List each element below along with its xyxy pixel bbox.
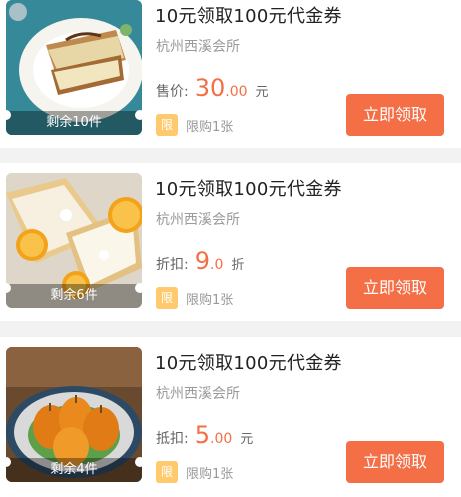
product-image-toast[interactable]: 剩余6件 [6, 173, 142, 308]
price-label: 折扣: [156, 257, 189, 273]
limit-text: 限购1张 [186, 292, 234, 308]
ticket-notch [135, 457, 145, 467]
ticket-notch [135, 283, 145, 293]
ticket-notch [135, 110, 145, 120]
coupon-card[interactable]: 剩余4件 10元领取100元代金券 杭州西溪会所 抵扣: 5 .00 元 限 限… [0, 337, 461, 497]
limit-text: 限购1张 [186, 466, 234, 482]
claim-button[interactable]: 立即领取 [346, 441, 444, 483]
price-unit: 折 [231, 258, 245, 273]
price-row: 折扣: 9 .0 折 [156, 249, 244, 274]
ticket-notch [1, 283, 11, 293]
price-integer: 5 [194, 421, 210, 449]
price-integer: 30 [194, 74, 226, 102]
purchase-limit: 限 限购1张 [156, 114, 233, 136]
price-unit: 元 [240, 432, 254, 447]
coupon-card[interactable]: 剩余10件 10元领取100元代金券 杭州西溪会所 售价: 30 .00 元 限… [0, 0, 461, 148]
price-row: 售价: 30 .00 元 [156, 76, 269, 101]
coupon-list: 剩余10件 10元领取100元代金券 杭州西溪会所 售价: 30 .00 元 限… [0, 0, 461, 497]
price-decimal: .00 [225, 84, 248, 100]
claim-button[interactable]: 立即领取 [346, 94, 444, 136]
price-label: 抵扣: [156, 431, 189, 447]
product-image-sandwich[interactable]: 剩余10件 [6, 0, 142, 135]
coupon-title[interactable]: 10元领取100元代金券 [155, 175, 342, 201]
store-name: 杭州西溪会所 [156, 386, 240, 402]
purchase-limit: 限 限购1张 [156, 287, 233, 309]
coupon-card[interactable]: 剩余6件 10元领取100元代金券 杭州西溪会所 折扣: 9 .0 折 限 限购… [0, 163, 461, 321]
store-name: 杭州西溪会所 [156, 212, 240, 228]
stock-remaining: 剩余10件 [6, 111, 142, 135]
stock-remaining: 剩余6件 [6, 284, 142, 308]
ticket-notch [1, 110, 11, 120]
price-decimal: .00 [210, 431, 233, 447]
limit-badge: 限 [156, 114, 178, 136]
limit-text: 限购1张 [186, 119, 234, 135]
purchase-limit: 限 限购1张 [156, 461, 233, 483]
claim-button[interactable]: 立即领取 [346, 267, 444, 309]
price-unit: 元 [255, 85, 269, 100]
limit-badge: 限 [156, 461, 178, 483]
limit-badge: 限 [156, 287, 178, 309]
coupon-title[interactable]: 10元领取100元代金券 [155, 349, 342, 375]
price-decimal: .0 [210, 257, 224, 273]
coupon-title[interactable]: 10元领取100元代金券 [155, 2, 342, 28]
stock-remaining: 剩余4件 [6, 458, 142, 482]
price-row: 抵扣: 5 .00 元 [156, 423, 253, 448]
ticket-notch [1, 457, 11, 467]
price-label: 售价: [156, 84, 189, 100]
store-name: 杭州西溪会所 [156, 39, 240, 55]
price-integer: 9 [194, 247, 210, 275]
product-image-fried-pears[interactable]: 剩余4件 [6, 347, 142, 482]
